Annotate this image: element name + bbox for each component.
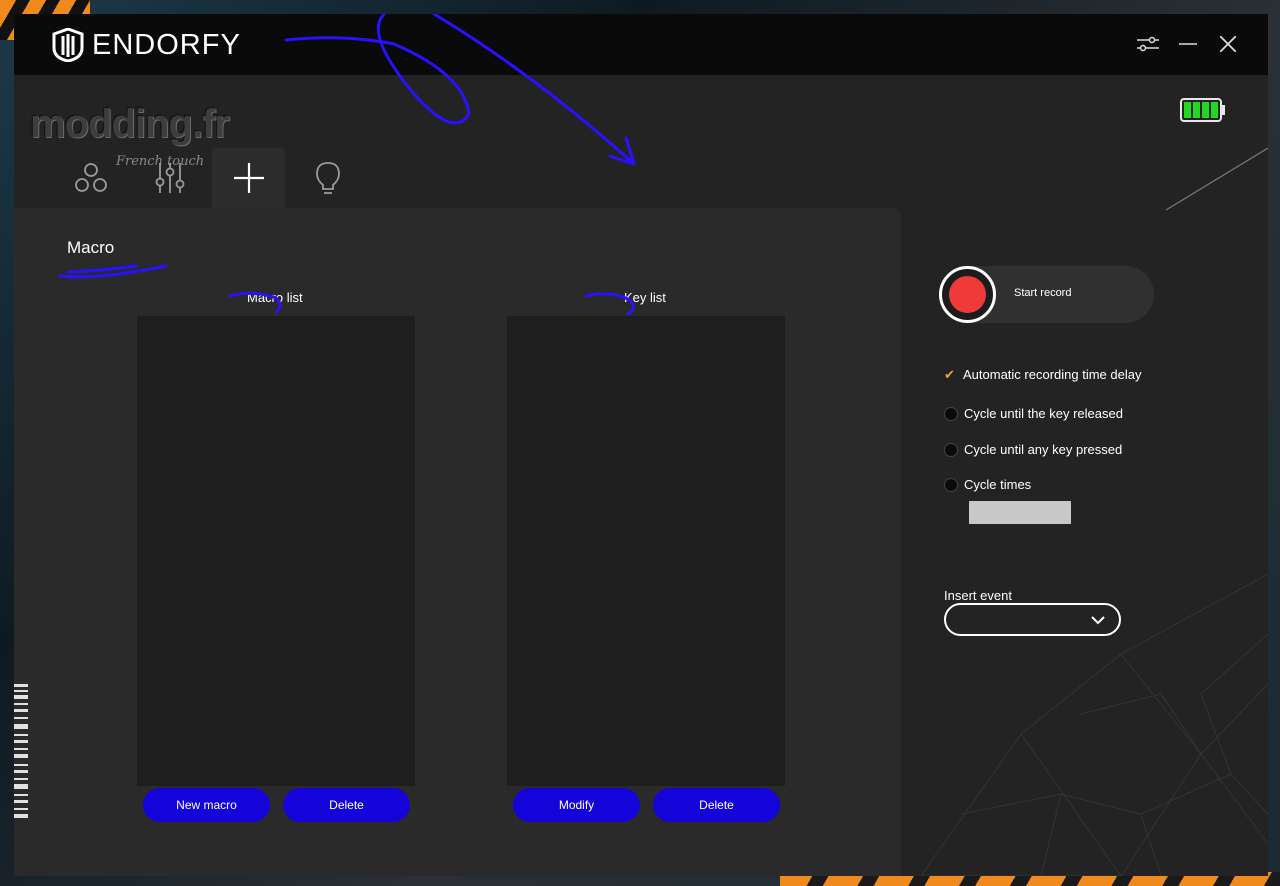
background-pattern: [920, 573, 1268, 876]
equalizer-icon: [155, 163, 184, 193]
tab-macro[interactable]: [212, 148, 285, 208]
macro-panel: Macro Macro list New macro Delete Key li…: [14, 208, 901, 876]
cycle-any-radio[interactable]: Cycle until any key pressed: [944, 442, 1122, 457]
watermark-text: modding.fr: [30, 102, 230, 146]
auto-delay-checkbox[interactable]: ✔ Automatic recording time delay: [944, 367, 1141, 382]
plus-icon: [233, 163, 264, 193]
title-bar: ENDORFY: [14, 14, 1268, 75]
start-record-label: Start record: [1014, 287, 1072, 299]
tab-bar: [54, 148, 370, 208]
tab-circles[interactable]: [54, 148, 127, 208]
key-list[interactable]: [507, 316, 785, 786]
auto-delay-label: Automatic recording time delay: [963, 367, 1142, 382]
radio-icon: [944, 406, 958, 421]
app-window: ENDORFY modding.fr French touch Macro Ma…: [14, 14, 1268, 876]
settings-sliders-icon[interactable]: [1136, 32, 1160, 56]
new-macro-button[interactable]: New macro: [143, 788, 270, 822]
cycle-release-label: Cycle until the key released: [964, 406, 1123, 421]
macro-list-label: Macro list: [247, 290, 303, 305]
radio-icon: [944, 477, 958, 492]
endorfy-logo-icon: [52, 28, 84, 62]
barcode-decoration: [14, 684, 28, 818]
title-underline-annotation: [58, 264, 168, 279]
cycle-any-label: Cycle until any key pressed: [964, 442, 1123, 457]
brand-name: ENDORFY: [92, 28, 241, 61]
circles-icon: [74, 163, 107, 192]
cycle-times-radio[interactable]: Cycle times: [944, 477, 1031, 492]
delete-key-button[interactable]: Delete: [653, 788, 780, 822]
battery-icon: [1180, 98, 1226, 127]
brand-logo: ENDORFY: [52, 28, 241, 62]
lightbulb-icon: [315, 162, 340, 194]
start-record-button[interactable]: Start record: [939, 266, 1154, 323]
modify-key-button[interactable]: Modify: [513, 788, 640, 822]
delete-macro-button[interactable]: Delete: [283, 788, 410, 822]
cycle-times-label: Cycle times: [964, 477, 1032, 492]
macro-list[interactable]: [137, 316, 415, 786]
key-list-label: Key list: [624, 290, 666, 305]
record-icon: [939, 266, 996, 323]
panel-title: Macro: [67, 238, 115, 257]
minimize-icon[interactable]: [1176, 32, 1200, 56]
radio-icon: [944, 442, 958, 457]
close-icon[interactable]: [1216, 32, 1240, 56]
tab-equalizer[interactable]: [133, 148, 206, 208]
cycle-release-radio[interactable]: Cycle until the key released: [944, 406, 1123, 421]
tab-lighting[interactable]: [291, 148, 364, 208]
watermark: modding.fr French touch: [30, 102, 230, 169]
checkmark-icon: ✔: [944, 367, 955, 382]
